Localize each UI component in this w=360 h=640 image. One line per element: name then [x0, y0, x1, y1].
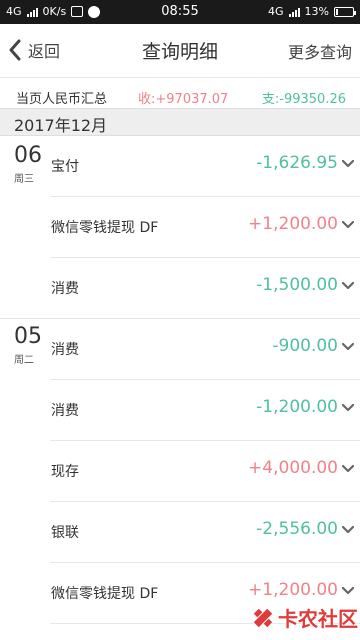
nav-bar: 返回 查询明细 更多查询: [0, 24, 360, 78]
transaction-name: 消费: [51, 403, 79, 419]
battery-icon: [334, 6, 356, 17]
transaction-amount: -2,556.00: [256, 519, 338, 539]
transaction-name: 消费: [51, 342, 79, 358]
summary-label: 当页人民币汇总: [16, 92, 108, 107]
summary-bar: 当页人民币汇总 收:+97037.07 支:-99350.26: [0, 84, 360, 110]
day-weekday: 周二: [14, 355, 34, 366]
transaction-row[interactable]: 微信零钱提现 DF +1,200.00: [0, 197, 360, 258]
transaction-name: 微信零钱提现 DF: [51, 220, 159, 236]
day-number: 06: [14, 143, 42, 168]
summary-expense: 支:-99350.26: [261, 92, 346, 107]
transaction-row[interactable]: 06 周三 宝付 -1,626.95: [0, 136, 360, 197]
month-label: 2017年12月: [14, 116, 108, 135]
transaction-amount: -1,200.00: [256, 397, 338, 417]
watermark: 卡农社区: [250, 603, 358, 632]
status-bar: 4G 0K/s 08:55 4G 13%: [0, 0, 360, 24]
battery-fill: [336, 8, 338, 15]
status-right: 4G 13%: [268, 5, 356, 18]
transaction-name: 宝付: [51, 159, 79, 175]
transaction-row[interactable]: 银联 -2,556.00: [0, 502, 360, 563]
transaction-amount: +1,200.00: [248, 580, 338, 600]
transaction-name: 银联: [51, 525, 79, 541]
chevron-down-icon[interactable]: [342, 343, 354, 351]
chevron-down-icon[interactable]: [342, 404, 354, 412]
transaction-amount: -900.00: [272, 336, 338, 356]
chevron-down-icon[interactable]: [342, 221, 354, 229]
watermark-text: 卡农社区: [278, 607, 358, 631]
transaction-name: 微信零钱提现 DF: [51, 586, 159, 602]
battery-percent: 13%: [304, 5, 329, 18]
chevron-down-icon[interactable]: [342, 160, 354, 168]
day-number: 05: [14, 324, 42, 349]
transaction-name: 消费: [51, 281, 79, 297]
transaction-amount: +1,200.00: [248, 214, 338, 234]
network-label-right: 4G: [268, 5, 284, 18]
transaction-amount: -1,626.95: [256, 153, 338, 173]
month-header: 2017年12月: [0, 108, 360, 136]
transaction-name: 现存: [51, 464, 79, 480]
chevron-down-icon[interactable]: [342, 587, 354, 595]
chevron-down-icon[interactable]: [342, 465, 354, 473]
summary-income: 收:+97037.07: [138, 92, 229, 107]
transaction-row[interactable]: 05 周二 消费 -900.00: [0, 319, 360, 380]
transaction-amount: -1,500.00: [256, 275, 338, 295]
transaction-row[interactable]: 消费 -1,500.00: [0, 258, 360, 319]
logo-icon: [253, 607, 273, 628]
more-query-button[interactable]: 更多查询: [288, 39, 352, 63]
transaction-row[interactable]: 消费 -1,200.00: [0, 380, 360, 441]
transaction-row[interactable]: 现存 +4,000.00: [0, 441, 360, 502]
chevron-down-icon[interactable]: [342, 526, 354, 534]
chevron-down-icon[interactable]: [342, 282, 354, 290]
day-group: 05 周二: [14, 324, 42, 367]
transaction-amount: +4,000.00: [248, 458, 338, 478]
day-group: 06 周三: [14, 143, 42, 186]
signal-icon-right: [288, 7, 300, 17]
day-weekday: 周三: [14, 174, 34, 185]
